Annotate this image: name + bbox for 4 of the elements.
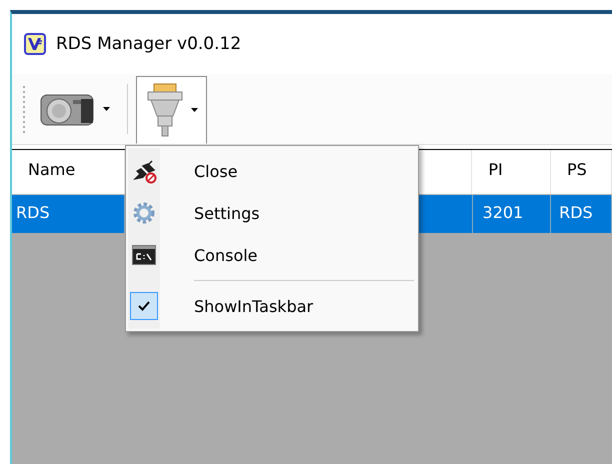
table-cell: RDS	[559, 203, 593, 222]
table-cell: RDS	[16, 203, 50, 222]
table-cell: 3201	[482, 203, 524, 222]
window-title: RDS Manager v0.0.12	[56, 34, 242, 54]
